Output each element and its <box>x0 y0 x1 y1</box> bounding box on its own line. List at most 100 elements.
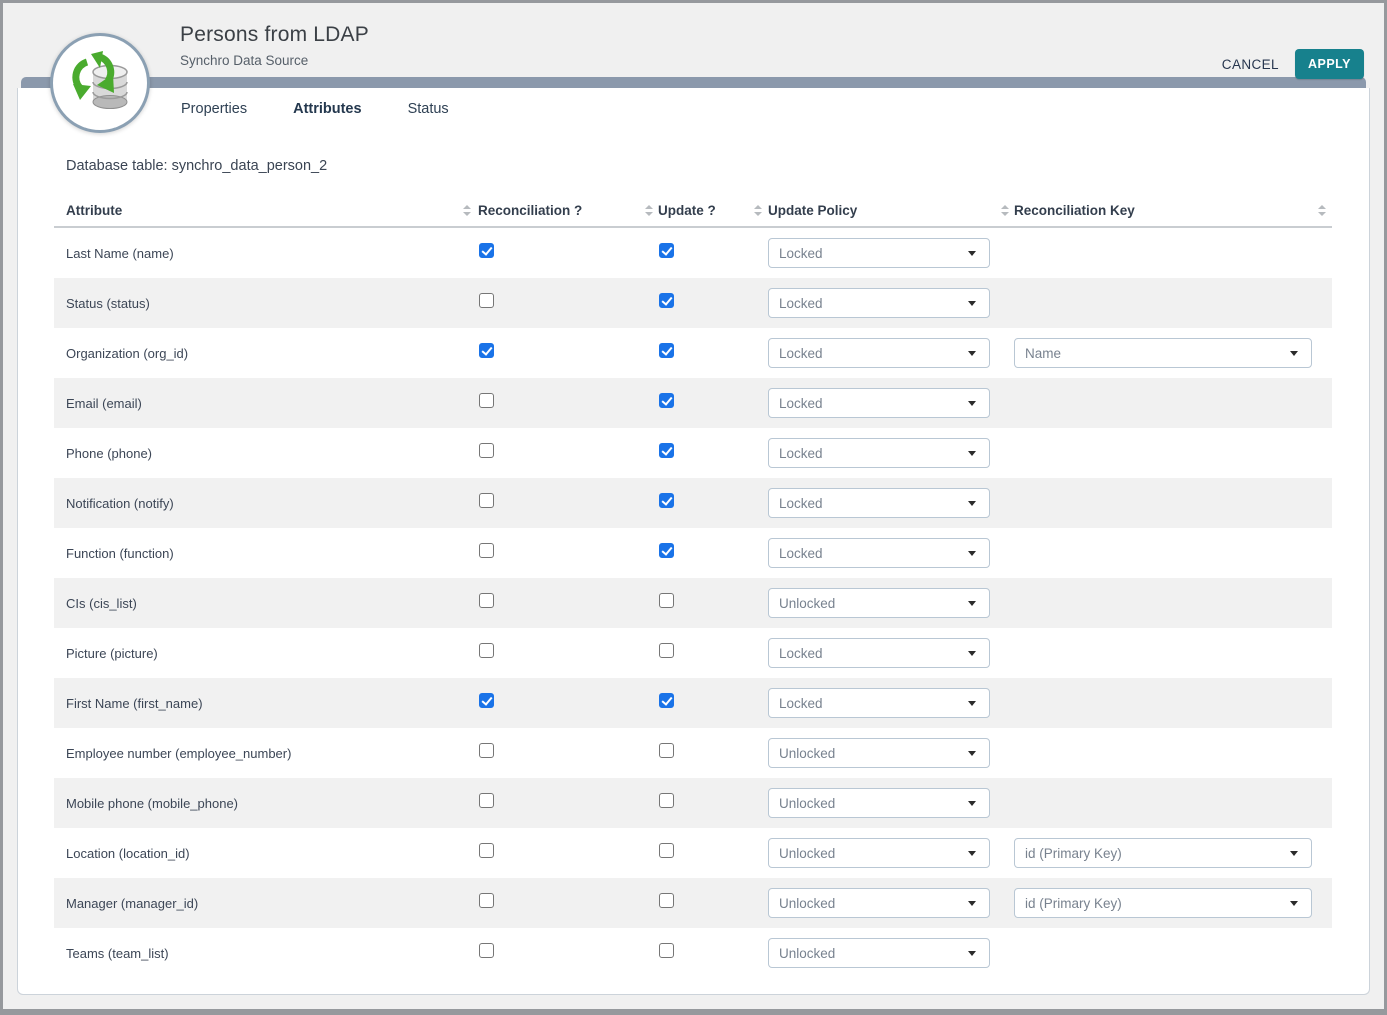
update-checkbox[interactable] <box>659 693 674 708</box>
reconciliation-checkbox[interactable] <box>479 293 494 308</box>
update-checkbox[interactable] <box>659 793 674 808</box>
update-policy-value: Locked <box>779 246 823 261</box>
reconciliation-key-value: id (Primary Key) <box>1025 896 1122 911</box>
update-policy-select[interactable]: Locked <box>768 388 990 418</box>
reconciliation-checkbox[interactable] <box>479 543 494 558</box>
update-policy-value: Unlocked <box>779 796 835 811</box>
attribute-label: Location (location_id) <box>54 846 456 861</box>
table-row: Last Name (name) Locked <box>54 228 1332 278</box>
update-policy-select[interactable]: Unlocked <box>768 588 990 618</box>
page-header: Persons from LDAP Synchro Data Source CA… <box>3 3 1384 77</box>
caret-down-icon <box>1290 901 1298 906</box>
caret-down-icon <box>968 351 976 356</box>
update-policy-select[interactable]: Unlocked <box>768 888 990 918</box>
caret-down-icon <box>968 251 976 256</box>
sort-icon[interactable] <box>1312 205 1332 216</box>
reconciliation-checkbox[interactable] <box>479 793 494 808</box>
update-policy-select[interactable]: Locked <box>768 688 990 718</box>
update-policy-value: Locked <box>779 546 823 561</box>
caret-down-icon <box>968 301 976 306</box>
table-header-row: Attribute Reconciliation ? Update ? Upda… <box>54 194 1332 228</box>
synchro-data-source-icon <box>50 33 150 133</box>
update-policy-select[interactable]: Unlocked <box>768 838 990 868</box>
reconciliation-key-select[interactable]: id (Primary Key) <box>1014 888 1312 918</box>
caret-down-icon <box>968 501 976 506</box>
reconciliation-key-select[interactable]: id (Primary Key) <box>1014 838 1312 868</box>
update-checkbox[interactable] <box>659 643 674 658</box>
column-header-update-policy[interactable]: Update Policy <box>768 203 996 218</box>
tab-attributes[interactable]: Attributes <box>293 101 361 117</box>
reconciliation-checkbox[interactable] <box>479 643 494 658</box>
reconciliation-checkbox[interactable] <box>479 443 494 458</box>
sort-icon[interactable] <box>996 205 1014 216</box>
update-policy-select[interactable]: Locked <box>768 238 990 268</box>
update-checkbox[interactable] <box>659 743 674 758</box>
sort-icon[interactable] <box>748 205 768 216</box>
update-checkbox[interactable] <box>659 593 674 608</box>
caret-down-icon <box>968 901 976 906</box>
cancel-button[interactable]: CANCEL <box>1222 57 1279 72</box>
attribute-label: Email (email) <box>54 396 456 411</box>
caret-down-icon <box>968 551 976 556</box>
sort-icon[interactable] <box>456 205 478 216</box>
reconciliation-checkbox[interactable] <box>479 893 494 908</box>
reconciliation-checkbox[interactable] <box>479 393 494 408</box>
caret-down-icon <box>968 451 976 456</box>
update-checkbox[interactable] <box>659 243 674 258</box>
reconciliation-checkbox[interactable] <box>479 243 494 258</box>
update-policy-value: Unlocked <box>779 846 835 861</box>
update-policy-value: Unlocked <box>779 746 835 761</box>
sort-icon[interactable] <box>640 205 658 216</box>
update-policy-value: Locked <box>779 296 823 311</box>
attribute-label: Picture (picture) <box>54 646 456 661</box>
reconciliation-key-value: id (Primary Key) <box>1025 846 1122 861</box>
update-checkbox[interactable] <box>659 893 674 908</box>
column-header-reconciliation[interactable]: Reconciliation ? <box>478 203 640 218</box>
table-row: First Name (first_name) Locked <box>54 678 1332 728</box>
update-policy-select[interactable]: Unlocked <box>768 938 990 968</box>
attribute-label: Status (status) <box>54 296 456 311</box>
update-checkbox[interactable] <box>659 493 674 508</box>
caret-down-icon <box>968 951 976 956</box>
reconciliation-checkbox[interactable] <box>479 693 494 708</box>
tab-status[interactable]: Status <box>408 101 449 117</box>
update-checkbox[interactable] <box>659 843 674 858</box>
update-checkbox[interactable] <box>659 543 674 558</box>
update-checkbox[interactable] <box>659 443 674 458</box>
reconciliation-checkbox[interactable] <box>479 593 494 608</box>
caret-down-icon <box>1290 851 1298 856</box>
update-policy-value: Unlocked <box>779 596 835 611</box>
update-checkbox[interactable] <box>659 343 674 358</box>
header-actions: CANCEL APPLY <box>1222 49 1364 79</box>
update-policy-select[interactable]: Locked <box>768 488 990 518</box>
update-policy-value: Locked <box>779 446 823 461</box>
update-policy-select[interactable]: Unlocked <box>768 788 990 818</box>
update-policy-select[interactable]: Unlocked <box>768 738 990 768</box>
update-policy-select[interactable]: Locked <box>768 338 990 368</box>
reconciliation-key-select[interactable]: Name <box>1014 338 1312 368</box>
table-row: Manager (manager_id) Unlocked id (Primar… <box>54 878 1332 928</box>
apply-button[interactable]: APPLY <box>1295 49 1364 79</box>
reconciliation-checkbox[interactable] <box>479 493 494 508</box>
update-checkbox[interactable] <box>659 293 674 308</box>
update-policy-select[interactable]: Locked <box>768 288 990 318</box>
reconciliation-checkbox[interactable] <box>479 943 494 958</box>
reconciliation-checkbox[interactable] <box>479 343 494 358</box>
column-header-reconciliation-key[interactable]: Reconciliation Key <box>1014 203 1312 218</box>
reconciliation-checkbox[interactable] <box>479 743 494 758</box>
reconciliation-checkbox[interactable] <box>479 843 494 858</box>
column-header-update[interactable]: Update ? <box>658 203 748 218</box>
update-policy-select[interactable]: Locked <box>768 438 990 468</box>
update-policy-select[interactable]: Locked <box>768 538 990 568</box>
table-row: Teams (team_list) Unlocked <box>54 928 1332 978</box>
tab-properties[interactable]: Properties <box>181 101 247 117</box>
database-table-label: Database table: synchro_data_person_2 <box>66 158 1332 174</box>
update-checkbox[interactable] <box>659 393 674 408</box>
attribute-label: Manager (manager_id) <box>54 896 456 911</box>
column-header-attribute[interactable]: Attribute <box>54 203 456 218</box>
update-checkbox[interactable] <box>659 943 674 958</box>
caret-down-icon <box>968 651 976 656</box>
tab-bar: Properties Attributes Status <box>18 88 1369 127</box>
update-policy-value: Locked <box>779 496 823 511</box>
update-policy-select[interactable]: Locked <box>768 638 990 668</box>
